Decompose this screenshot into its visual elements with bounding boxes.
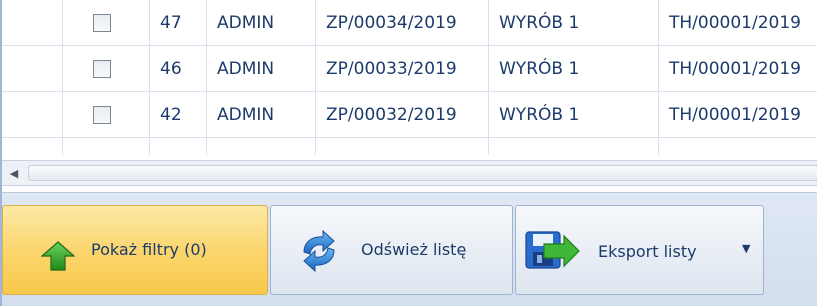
row-checkbox[interactable] [93,106,111,124]
cell-technology: TH/00001/2019 [659,46,817,92]
checkbox-cell[interactable] [63,0,150,46]
floppy-export-icon [522,224,582,280]
row-checkbox[interactable] [93,60,111,78]
show-filters-label: Pokaż filtry (0) [91,240,207,259]
cell-order: ZP/00032/2019 [316,92,489,138]
cell-number: 46 [150,46,207,92]
scroll-left-icon[interactable]: ◀ [2,161,26,185]
row-checkbox[interactable] [93,14,111,32]
row-indicator-cell[interactable] [2,0,63,46]
cell-product: WYRÓB 1 [489,0,659,46]
cell-product: WYRÓB 1 [489,92,659,138]
data-grid: 47 ADMIN ZP/00034/2019 WYRÓB 1 TH/00001/… [2,0,817,155]
cell-technology: TH/00001/2019 [659,92,817,138]
cell-order: ZP/00033/2019 [316,46,489,92]
cell-number: 47 [150,0,207,46]
checkbox-cell[interactable] [63,92,150,138]
export-list-button[interactable]: Eksport listy ▼ [515,205,764,295]
cell-order: ZP/00034/2019 [316,0,489,46]
refresh-list-label: Odśwież listę [361,240,467,259]
show-filters-button[interactable]: Pokaż filtry (0) [2,205,268,295]
refresh-arrows-icon [296,228,342,278]
refresh-list-button[interactable]: Odśwież listę [270,205,513,295]
cell-number: 42 [150,92,207,138]
table-row[interactable]: 42 ADMIN ZP/00032/2019 WYRÓB 1 TH/00001/… [2,92,817,138]
horizontal-scrollbar[interactable]: ◀ [2,160,817,186]
cell-product: WYRÓB 1 [489,46,659,92]
cell-user: ADMIN [207,46,316,92]
dropdown-arrow-icon[interactable]: ▼ [742,242,750,255]
scrollbar-thumb[interactable] [28,165,817,181]
bottom-toolbar: Pokaż filtry (0) Odśwież listę Eksport l… [2,192,817,306]
row-indicator-cell[interactable] [2,46,63,92]
cell-user: ADMIN [207,92,316,138]
row-indicator-cell[interactable] [2,92,63,138]
checkbox-cell[interactable] [63,46,150,92]
table-row[interactable]: 47 ADMIN ZP/00034/2019 WYRÓB 1 TH/00001/… [2,0,817,46]
cell-user: ADMIN [207,0,316,46]
cell-technology: TH/00001/2019 [659,0,817,46]
export-list-label: Eksport listy [598,242,697,261]
green-up-arrow-icon [40,241,76,275]
table-row-partial [2,138,817,155]
table-row[interactable]: 46 ADMIN ZP/00033/2019 WYRÓB 1 TH/00001/… [2,46,817,92]
